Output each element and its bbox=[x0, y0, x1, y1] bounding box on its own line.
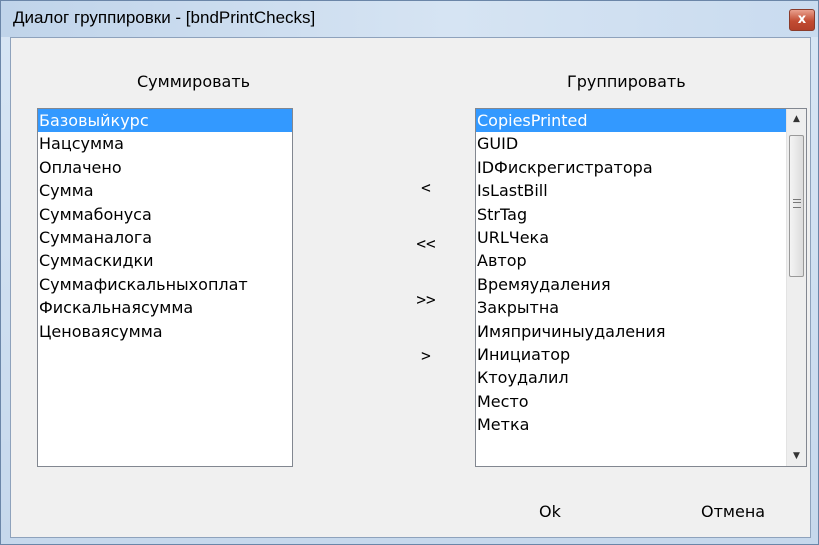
list-item[interactable]: Сумманалога bbox=[38, 226, 292, 249]
list-item[interactable]: IsLastBill bbox=[476, 179, 786, 202]
cancel-button[interactable]: Отмена bbox=[701, 502, 765, 521]
list-item[interactable]: Инициатор bbox=[476, 343, 786, 366]
title-bar[interactable]: Диалог группировки - [bndPrintChecks] x bbox=[1, 1, 818, 37]
scroll-up-arrow-icon[interactable]: ▲ bbox=[787, 109, 806, 129]
sum-listbox[interactable]: Базовыйкурс Нацсумма Оплачено Сумма Суммабон… bbox=[37, 108, 293, 467]
list-item[interactable]: Ктоудалил bbox=[476, 366, 786, 389]
scroll-down-arrow-icon[interactable]: ▼ bbox=[787, 446, 806, 466]
list-item[interactable]: Нацсумма bbox=[38, 132, 292, 155]
list-item[interactable]: Суммабонуса bbox=[38, 203, 292, 226]
list-item[interactable]: Оплачено bbox=[38, 156, 292, 179]
sum-header: Суммировать bbox=[137, 72, 251, 91]
list-item[interactable]: Сумма bbox=[38, 179, 292, 202]
ok-button[interactable]: Ok bbox=[539, 502, 561, 521]
list-item[interactable]: Автор bbox=[476, 249, 786, 272]
group-listbox[interactable]: CopiesPrinted GUID IDФискрегистратора IsLas… bbox=[475, 108, 807, 467]
move-all-left-button[interactable]: << bbox=[411, 234, 441, 253]
list-item[interactable]: GUID bbox=[476, 132, 786, 155]
list-item[interactable]: Место bbox=[476, 390, 786, 413]
window-title: Диалог группировки - [bndPrintChecks] bbox=[13, 8, 316, 27]
list-item[interactable]: IDФискрегистратора bbox=[476, 156, 786, 179]
list-item[interactable]: Суммафискальныхоплат bbox=[38, 273, 292, 296]
list-item[interactable]: Фискальнаясумма bbox=[38, 296, 292, 319]
group-scrollbar[interactable]: ▲ ▼ bbox=[786, 109, 806, 466]
dialog-body: Суммировать Группировать Базовыйкурс Нацс… bbox=[10, 37, 811, 538]
group-list-items: CopiesPrinted GUID IDФискрегистратора IsLas… bbox=[476, 109, 786, 436]
list-item[interactable]: Времяудаления bbox=[476, 273, 786, 296]
group-header: Группировать bbox=[567, 72, 686, 91]
move-all-right-button[interactable]: >> bbox=[411, 290, 441, 309]
list-item[interactable]: Имяпричиныудаления bbox=[476, 320, 786, 343]
list-item[interactable]: Ценоваясумма bbox=[38, 320, 292, 343]
list-item[interactable]: Метка bbox=[476, 413, 786, 436]
list-item[interactable]: Базовыйкурс bbox=[38, 109, 292, 133]
list-item[interactable]: CopiesPrinted bbox=[476, 109, 786, 133]
list-item[interactable]: StrTag bbox=[476, 203, 786, 226]
list-item[interactable]: Закрытна bbox=[476, 296, 786, 319]
close-button[interactable]: x bbox=[789, 9, 815, 31]
list-item[interactable]: URLЧека bbox=[476, 226, 786, 249]
group-dialog-window: Диалог группировки - [bndPrintChecks] x … bbox=[0, 0, 819, 545]
grip-icon bbox=[793, 199, 801, 208]
move-one-right-button[interactable]: > bbox=[411, 346, 441, 365]
move-one-left-button[interactable]: < bbox=[411, 178, 441, 197]
scroll-thumb[interactable] bbox=[789, 135, 804, 277]
list-item[interactable]: Суммаскидки bbox=[38, 249, 292, 272]
